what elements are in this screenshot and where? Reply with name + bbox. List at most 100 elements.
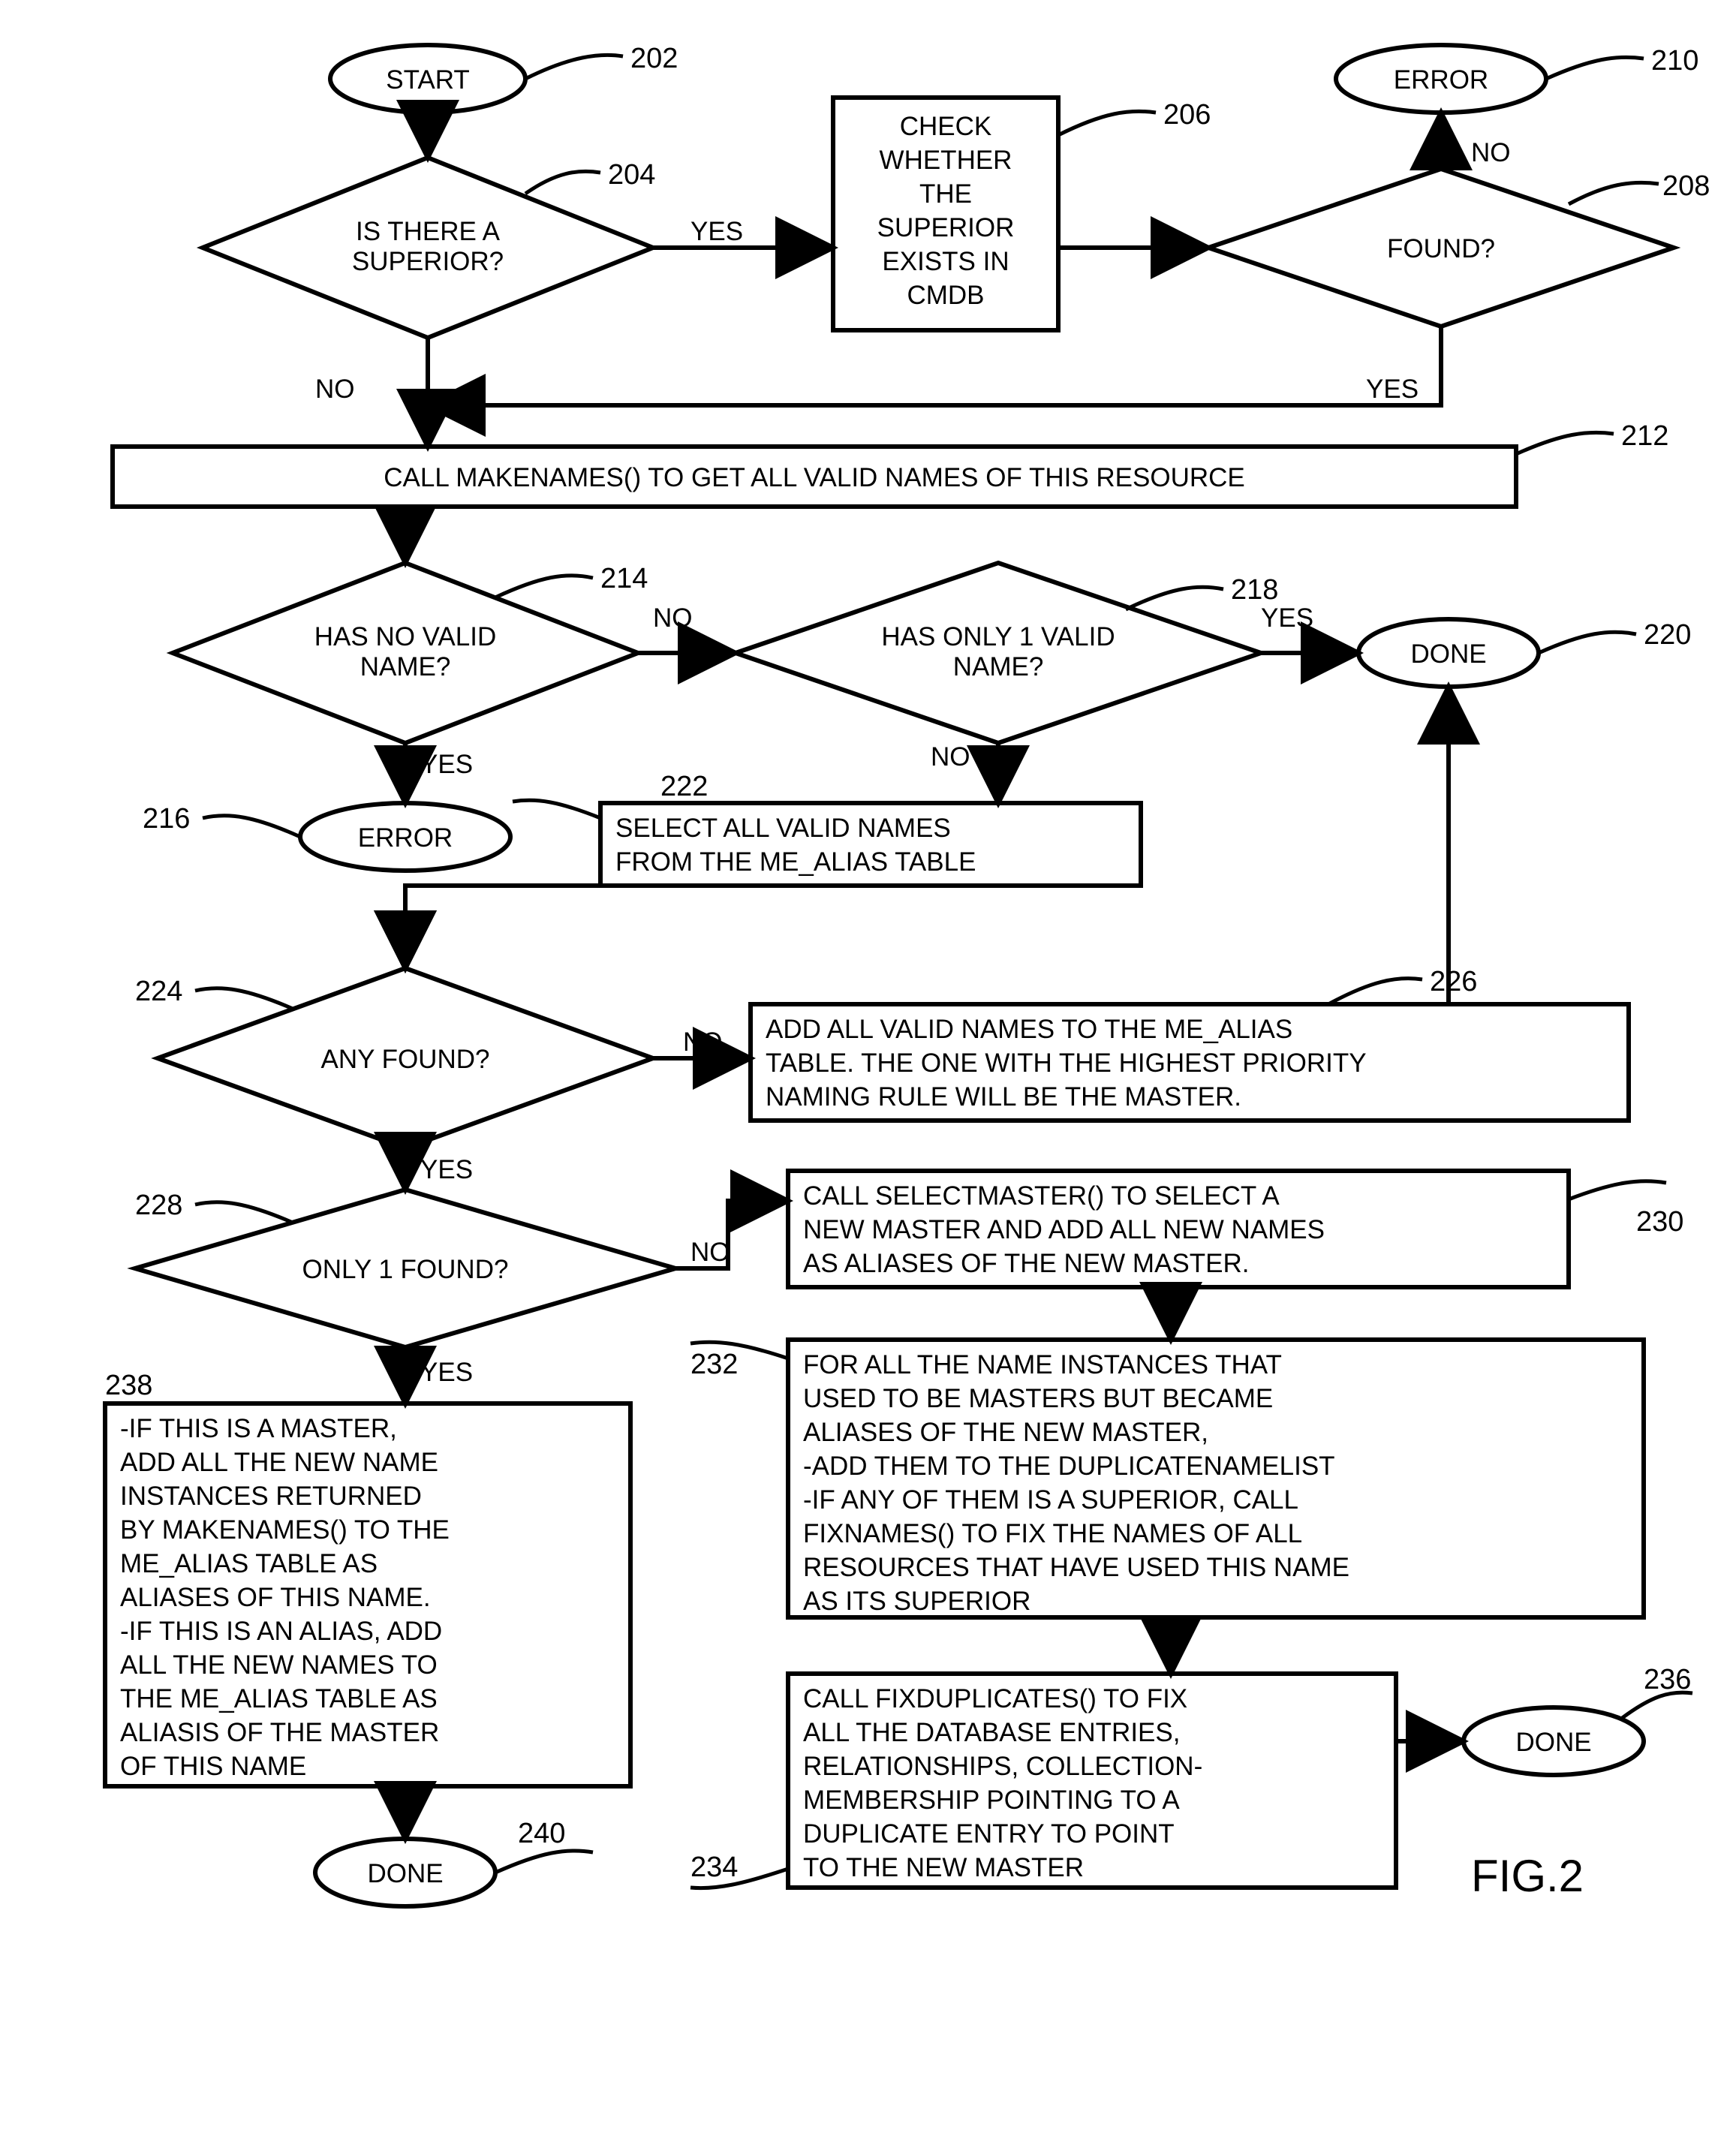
svg-text:230: 230: [1636, 1206, 1683, 1238]
svg-text:FROM THE ME_ALIAS TABLE: FROM THE ME_ALIAS TABLE: [615, 847, 976, 877]
svg-text:THE: THE: [919, 179, 972, 209]
svg-text:DUPLICATE ENTRY TO POINT: DUPLICATE ENTRY TO POINT: [803, 1819, 1175, 1849]
svg-text:-ADD THEM TO THE DUPLICATENAME: -ADD THEM TO THE DUPLICATENAMELIST: [803, 1452, 1335, 1481]
svg-text:YES: YES: [690, 217, 743, 246]
svg-text:ONLY 1 FOUND?: ONLY 1 FOUND?: [302, 1255, 509, 1284]
svg-text:YES: YES: [1261, 603, 1313, 633]
svg-text:218: 218: [1231, 574, 1278, 606]
node-done-220: DONE 220: [1358, 619, 1691, 687]
svg-text:-IF THIS IS AN ALIAS, ADD: -IF THIS IS AN ALIAS, ADD: [120, 1617, 442, 1646]
svg-text:BY MAKENAMES() TO THE: BY MAKENAMES() TO THE: [120, 1515, 450, 1545]
node-has-no-valid: HAS NO VALID NAME? 214: [173, 563, 648, 743]
node-if-master-alias: -IF THIS IS A MASTER, ADD ALL THE NEW NA…: [105, 1370, 630, 1786]
svg-text:236: 236: [1644, 1664, 1691, 1695]
svg-text:RELATIONSHIPS, COLLECTION-: RELATIONSHIPS, COLLECTION-: [803, 1752, 1202, 1781]
svg-text:CALL FIXDUPLICATES() TO FIX: CALL FIXDUPLICATES() TO FIX: [803, 1684, 1187, 1713]
svg-text:NAMING RULE WILL BE THE MASTER: NAMING RULE WILL BE THE MASTER.: [766, 1082, 1241, 1112]
node-for-all-names: FOR ALL THE NAME INSTANCES THAT USED TO …: [690, 1340, 1644, 1617]
svg-text:NEW MASTER AND ADD ALL NEW NAM: NEW MASTER AND ADD ALL NEW NAMES: [803, 1215, 1325, 1244]
svg-text:224: 224: [135, 976, 182, 1007]
node-check-superior: CHECK WHETHER THE SUPERIOR EXISTS IN CMD…: [833, 98, 1211, 330]
svg-text:DONE: DONE: [1515, 1728, 1591, 1757]
svg-text:INSTANCES RETURNED: INSTANCES RETURNED: [120, 1482, 422, 1511]
svg-text:SUPERIOR?: SUPERIOR?: [352, 247, 504, 276]
node-fixduplicates: CALL FIXDUPLICATES() TO FIX ALL THE DATA…: [690, 1674, 1396, 1888]
svg-text:CHECK: CHECK: [900, 112, 992, 141]
svg-text:MEMBERSHIP POINTING TO A: MEMBERSHIP POINTING TO A: [803, 1786, 1180, 1815]
svg-text:AS ALIASES OF THE NEW MASTER.: AS ALIASES OF THE NEW MASTER.: [803, 1249, 1250, 1278]
node-error-216: ERROR 216: [143, 803, 510, 871]
svg-text:ALIASES OF THIS NAME.: ALIASES OF THIS NAME.: [120, 1583, 431, 1612]
svg-text:212: 212: [1621, 420, 1668, 452]
svg-text:222: 222: [660, 771, 708, 802]
node-only-1-found: ONLY 1 FOUND? 228: [135, 1190, 675, 1347]
svg-text:ALIASES OF THE NEW MASTER,: ALIASES OF THE NEW MASTER,: [803, 1418, 1208, 1447]
svg-text:214: 214: [600, 563, 648, 594]
svg-text:RESOURCES THAT HAVE USED THIS: RESOURCES THAT HAVE USED THIS NAME: [803, 1553, 1349, 1582]
svg-text:-IF THIS IS A MASTER,: -IF THIS IS A MASTER,: [120, 1414, 397, 1443]
node-select-names: SELECT ALL VALID NAMES FROM THE ME_ALIAS…: [513, 771, 1141, 886]
svg-text:CALL MAKENAMES() TO GET ALL VA: CALL MAKENAMES() TO GET ALL VALID NAMES …: [384, 463, 1245, 492]
svg-text:202: 202: [630, 43, 678, 74]
node-done-240: DONE 240: [315, 1818, 593, 1906]
node-start: START 202: [330, 43, 678, 113]
figure-label: FIG.2: [1471, 1851, 1584, 1901]
svg-text:OF THIS NAME: OF THIS NAME: [120, 1752, 306, 1781]
svg-text:ANY FOUND?: ANY FOUND?: [321, 1045, 490, 1074]
svg-text:EXISTS IN: EXISTS IN: [882, 247, 1009, 276]
svg-text:NO: NO: [315, 375, 355, 404]
svg-text:FOUND?: FOUND?: [1387, 234, 1495, 263]
svg-text:204: 204: [608, 159, 655, 191]
svg-text:210: 210: [1651, 45, 1698, 77]
svg-text:208: 208: [1662, 170, 1710, 202]
node-selectmaster: CALL SELECTMASTER() TO SELECT A NEW MAST…: [788, 1171, 1683, 1287]
svg-text:216: 216: [143, 803, 190, 835]
node-makenames: CALL MAKENAMES() TO GET ALL VALID NAMES …: [113, 420, 1668, 507]
svg-text:NO: NO: [1471, 138, 1511, 167]
svg-text:-IF ANY OF THEM IS A SUPERIOR,: -IF ANY OF THEM IS A SUPERIOR, CALL: [803, 1485, 1298, 1515]
svg-text:206: 206: [1163, 99, 1211, 131]
svg-text:ADD ALL THE NEW NAME: ADD ALL THE NEW NAME: [120, 1448, 438, 1477]
svg-text:SELECT ALL VALID NAMES: SELECT ALL VALID NAMES: [615, 814, 951, 843]
svg-text:NAME?: NAME?: [360, 652, 451, 681]
svg-text:240: 240: [518, 1818, 565, 1849]
svg-text:226: 226: [1430, 966, 1477, 997]
svg-text:234: 234: [690, 1852, 738, 1883]
svg-text:ME_ALIAS TABLE AS: ME_ALIAS TABLE AS: [120, 1549, 378, 1578]
svg-text:YES: YES: [420, 750, 473, 779]
svg-text:AS ITS SUPERIOR: AS ITS SUPERIOR: [803, 1587, 1030, 1616]
svg-text:232: 232: [690, 1349, 738, 1380]
svg-text:ALIASIS OF THE MASTER: ALIASIS OF THE MASTER: [120, 1718, 439, 1747]
svg-text:NO: NO: [690, 1238, 730, 1267]
svg-text:CMDB: CMDB: [907, 281, 984, 310]
flowchart: START 202 IS THERE A SUPERIOR? 204 CHECK…: [0, 0, 1736, 2136]
svg-text:ERROR: ERROR: [358, 823, 453, 853]
svg-text:NO: NO: [931, 742, 970, 772]
svg-text:START: START: [386, 65, 470, 95]
svg-text:CALL SELECTMASTER() TO SELECT: CALL SELECTMASTER() TO SELECT A: [803, 1181, 1280, 1211]
svg-text:SUPERIOR: SUPERIOR: [877, 213, 1015, 242]
svg-text:THE ME_ALIAS TABLE AS: THE ME_ALIAS TABLE AS: [120, 1684, 438, 1713]
svg-text:YES: YES: [420, 1358, 473, 1387]
svg-text:NO: NO: [683, 1027, 723, 1057]
svg-text:228: 228: [135, 1190, 182, 1221]
svg-text:WHETHER: WHETHER: [880, 146, 1012, 175]
svg-text:FOR ALL THE NAME INSTANCES THA: FOR ALL THE NAME INSTANCES THAT: [803, 1350, 1282, 1379]
svg-text:ALL THE DATABASE ENTRIES,: ALL THE DATABASE ENTRIES,: [803, 1718, 1180, 1747]
svg-text:DONE: DONE: [1410, 639, 1486, 669]
node-done-236: DONE 236: [1464, 1664, 1692, 1775]
node-is-there-superior: IS THERE A SUPERIOR? 204: [203, 158, 655, 338]
svg-text:NAME?: NAME?: [953, 652, 1044, 681]
svg-text:TABLE. THE ONE WITH THE HIGHES: TABLE. THE ONE WITH THE HIGHEST PRIORITY: [766, 1048, 1367, 1078]
svg-text:NO: NO: [653, 603, 693, 633]
svg-text:YES: YES: [420, 1155, 473, 1184]
svg-text:IS THERE A: IS THERE A: [356, 217, 501, 246]
svg-text:ADD ALL VALID NAMES TO THE ME_: ADD ALL VALID NAMES TO THE ME_ALIAS: [766, 1015, 1292, 1044]
svg-text:HAS NO VALID: HAS NO VALID: [314, 622, 496, 651]
svg-text:YES: YES: [1366, 375, 1419, 404]
svg-text:DONE: DONE: [367, 1859, 443, 1888]
node-has-only-1: HAS ONLY 1 VALID NAME? 218: [736, 563, 1278, 743]
svg-text:TO THE NEW MASTER: TO THE NEW MASTER: [803, 1853, 1084, 1882]
svg-text:HAS ONLY 1 VALID: HAS ONLY 1 VALID: [881, 622, 1115, 651]
svg-text:USED TO BE MASTERS BUT BECAME: USED TO BE MASTERS BUT BECAME: [803, 1384, 1273, 1413]
